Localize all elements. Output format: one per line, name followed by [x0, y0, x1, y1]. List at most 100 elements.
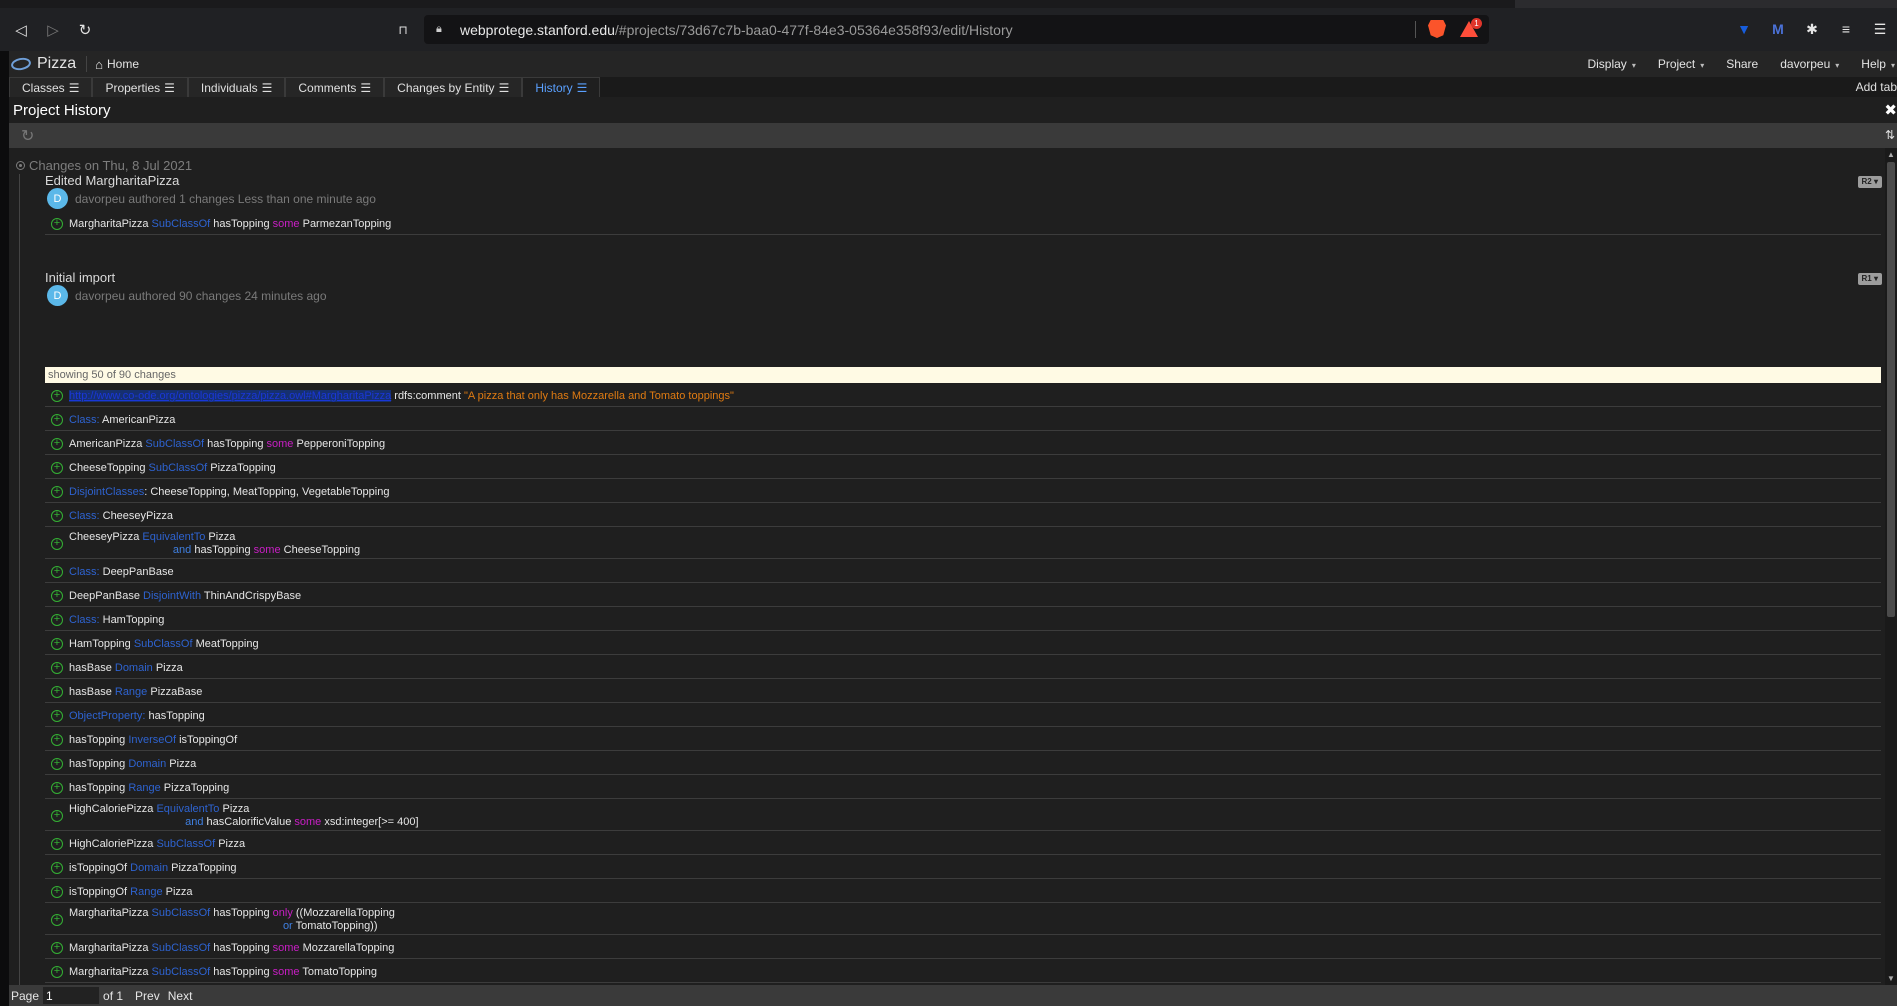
tab-changes-by-entity[interactable]: Changes by Entity ☰ [384, 77, 523, 97]
close-icon[interactable]: ✖ [1884, 101, 1897, 119]
page-number-input[interactable] [43, 987, 100, 1004]
tab-menu-icon[interactable]: ☰ [164, 81, 175, 95]
menu-user[interactable]: davorpeu ▾ [1780, 57, 1839, 71]
added-icon: + [51, 942, 63, 954]
axiom-text: Class: DeepPanBase [69, 566, 174, 579]
day-header[interactable]: Changes on Thu, 8 Jul 2021 [16, 158, 192, 173]
change-row[interactable]: + Class: DeepPanBase [45, 562, 1881, 583]
reload-icon[interactable]: ↻ [74, 19, 96, 41]
refresh-icon[interactable]: ↻ [21, 126, 34, 146]
axiom-keyword: only [272, 907, 293, 919]
change-row[interactable]: + MargharitaPizza SubClassOf hasTopping o… [45, 906, 1881, 935]
extensions-puzzle-icon[interactable]: ✱ [1803, 20, 1821, 38]
revision-badge[interactable]: R1 ▾ [1857, 273, 1882, 285]
change-row[interactable]: + Class: HamTopping [45, 610, 1881, 631]
axiom-text: ObjectProperty: hasTopping [69, 710, 205, 723]
menu-help[interactable]: Help ▾ [1861, 57, 1895, 71]
url-bar[interactable]: 🔒︎ webprotege.stanford.edu/#projects/73d… [424, 15, 1489, 44]
scroll-up-icon[interactable]: ▲ [1887, 150, 1895, 159]
top-menu: Display ▾ Project ▾ Share davorpeu ▾ Help ▾ [1587, 51, 1897, 77]
change-row[interactable]: + MargharitaPizza SubClassOf hasTopping s… [45, 938, 1881, 959]
tab-menu-icon[interactable]: ☰ [69, 81, 80, 95]
scrollbar-thumb[interactable] [1887, 162, 1895, 617]
bookmark-icon[interactable]: ⊓ [393, 20, 413, 40]
change-row[interactable]: + CheeseyPizza EquivalentTo Pizza and has… [45, 530, 1881, 559]
axiom-token: rdfs:comment [391, 389, 464, 402]
tab-menu-icon[interactable]: ☰ [499, 81, 510, 95]
collapse-icon[interactable] [16, 161, 25, 170]
add-tab-button[interactable]: Add tab [1856, 80, 1897, 94]
tab-classes[interactable]: Classes ☰ [9, 77, 93, 97]
prev-page-button[interactable]: Prev [135, 989, 160, 1003]
added-icon: + [51, 862, 63, 874]
axiom-token: xsd:integer[>= 400] [321, 816, 419, 828]
browser-tabstrip [0, 0, 1897, 8]
iri-link[interactable]: http://www.co-ode.org/ontologies/pizza/p… [69, 389, 392, 402]
change-row[interactable]: + hasBase Range PizzaBase [45, 682, 1881, 703]
change-row[interactable]: + ObjectProperty: hasTopping [45, 706, 1881, 727]
axiom-text: Class: AmericanPizza [69, 414, 175, 427]
bitwarden-icon[interactable]: ▼ [1735, 20, 1753, 38]
axiom-text: isToppingOf Domain PizzaTopping [69, 862, 237, 875]
axiom-keyword: Domain [114, 661, 153, 674]
axiom-keyword: Domain [128, 757, 167, 770]
change-row[interactable]: + hasBase Domain Pizza [45, 658, 1881, 679]
axiom-token: hasTopping [69, 781, 129, 794]
change-row[interactable]: + hasTopping InverseOf isToppingOf [45, 730, 1881, 751]
axiom-keyword: Class: [69, 613, 100, 626]
scroll-down-icon[interactable]: ▼ [1887, 974, 1895, 983]
panel-toolbar: ↻ ⇅ [9, 123, 1897, 148]
change-row[interactable]: + hasTopping Domain Pizza [45, 754, 1881, 775]
scrollbar[interactable]: ▲ ▼ [1885, 148, 1897, 985]
brave-shields-icon[interactable] [1428, 20, 1446, 38]
menu-share[interactable]: Share [1726, 57, 1758, 71]
tab-comments[interactable]: Comments ☰ [285, 77, 385, 97]
rewards-badge: 1 [1471, 18, 1482, 29]
filter-settings-icon[interactable]: ⇅ [1885, 128, 1895, 142]
axiom-text: AmericanPizza SubClassOf hasTopping some… [69, 438, 385, 451]
back-icon[interactable]: ◁ [10, 19, 32, 41]
next-page-button[interactable]: Next [168, 989, 193, 1003]
axiom-text: isToppingOf Range Pizza [69, 886, 193, 899]
home-link[interactable]: ⌂ Home [95, 57, 139, 72]
change-row[interactable]: + http://www.co-ode.org/ontologies/pizza/… [45, 386, 1881, 407]
change-row[interactable]: + hasTopping Range PizzaTopping [45, 778, 1881, 799]
menu-icon[interactable]: ☰ [1871, 20, 1889, 38]
change-row[interactable]: + DeepPanBase DisjointWith ThinAndCrispyB… [45, 586, 1881, 607]
change-row[interactable]: + isToppingOf Domain PizzaTopping [45, 858, 1881, 879]
change-row[interactable]: + CheeseTopping SubClassOf PizzaTopping [45, 458, 1881, 479]
change-row[interactable]: + AmericanPizza SubClassOf hasTopping som… [45, 434, 1881, 455]
tab-properties[interactable]: Properties ☰ [92, 77, 188, 97]
forward-icon[interactable]: ▷ [42, 19, 64, 41]
tab-menu-icon[interactable]: ☰ [360, 81, 371, 95]
change-row[interactable]: + HamTopping SubClassOf MeatTopping [45, 634, 1881, 655]
change-row[interactable]: + Class: AmericanPizza [45, 410, 1881, 431]
tab-individuals[interactable]: Individuals ☰ [187, 77, 286, 97]
axiom-keyword: or [282, 920, 293, 932]
tab-history[interactable]: History ☰ [522, 77, 601, 97]
project-title[interactable]: Pizza [37, 55, 76, 73]
axiom-keyword: some [266, 437, 294, 450]
reading-list-icon[interactable]: ≡ [1837, 20, 1855, 38]
axiom-text: Class: HamTopping [69, 614, 164, 627]
tab-menu-icon[interactable]: ☰ [262, 81, 273, 95]
axiom-token: MargharitaPizza [69, 941, 152, 954]
axiom-text: MargharitaPizza SubClassOf hasTopping so… [69, 966, 377, 979]
revision-badge[interactable]: R2 ▾ [1857, 176, 1882, 188]
menu-project[interactable]: Project ▾ [1658, 57, 1704, 71]
metamask-icon[interactable]: M [1769, 20, 1787, 38]
axiom-text: hasTopping Domain Pizza [69, 758, 196, 771]
change-row[interactable]: + MargharitaPizza SubClassOf hasTopping s… [45, 962, 1881, 983]
revision-author-row: D davorpeu authored 90 changes 24 minute… [47, 285, 327, 306]
change-row[interactable]: + Class: CheeseyPizza [45, 506, 1881, 527]
axiom-token: PizzaTopping [160, 781, 230, 794]
active-tab-strip[interactable] [1515, 0, 1897, 8]
change-row[interactable]: + DisjointClasses: CheeseTopping, MeatTop… [45, 482, 1881, 503]
change-row[interactable]: + HighCaloriePizza SubClassOf Pizza [45, 834, 1881, 855]
url-path: /#projects/73d67c7b-baa0-477f-84e3-05364… [614, 21, 1013, 38]
change-row[interactable]: + isToppingOf Range Pizza [45, 882, 1881, 903]
change-row[interactable]: + MargharitaPizza SubClassOf hasTopping s… [45, 214, 1881, 235]
menu-display[interactable]: Display ▾ [1587, 57, 1635, 71]
tab-menu-icon[interactable]: ☰ [577, 81, 588, 95]
change-row[interactable]: + HighCaloriePizza EquivalentTo Pizza and… [45, 802, 1881, 831]
